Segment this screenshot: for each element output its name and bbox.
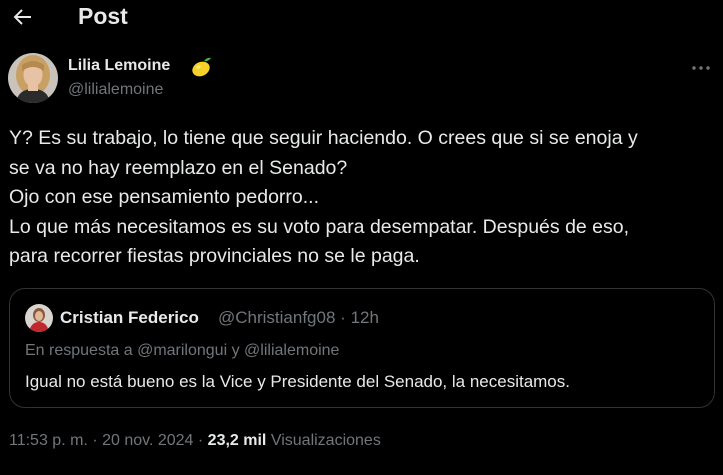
post-meta: 11:53 p. m. · 20 nov. 2024 · 23,2 mil Vi… xyxy=(9,432,381,450)
post-text-line: Ojo con ese pensamiento pedorro... xyxy=(9,186,320,208)
post-date[interactable]: 20 nov. 2024 xyxy=(102,432,193,449)
quote-author-meta: @Christianfg08 · 12h xyxy=(218,308,379,328)
dot-separator: · xyxy=(197,432,204,449)
quote-time: 12h xyxy=(350,308,379,327)
reply-user-link[interactable]: @marilongui xyxy=(137,342,227,359)
post-page: Post Lilia Lemoine @lilialemoine Y? Es s… xyxy=(0,0,723,475)
author-handle[interactable]: @lilialemoine xyxy=(68,81,163,99)
post-time[interactable]: 11:53 p. m. xyxy=(9,432,88,449)
quote-author-handle[interactable]: @Christianfg08 xyxy=(218,308,335,327)
views-label: Visualizaciones xyxy=(270,432,381,449)
quote-author-name[interactable]: Cristian Federico xyxy=(60,308,199,328)
lemon-icon xyxy=(192,57,211,77)
arrow-left-icon[interactable] xyxy=(10,5,34,29)
post-text: Y? Es su trabajo, lo tiene que seguir ha… xyxy=(9,124,714,272)
reply-user-link[interactable]: @lilialemoine xyxy=(244,342,339,359)
reply-prefix: En respuesta a xyxy=(25,342,133,359)
more-options-icon[interactable] xyxy=(690,58,712,78)
post-text-line: se va no hay reemplazo en el Senado? xyxy=(9,156,348,179)
top-bar: Post xyxy=(0,0,723,34)
post-text-line: Y? Es su trabajo, lo tiene que seguir ha… xyxy=(9,127,638,149)
dot-separator: · xyxy=(340,308,346,327)
reply-and: y xyxy=(231,342,240,359)
avatar[interactable] xyxy=(8,53,58,103)
post-text-line: para recorrer fiestas provinciales no se… xyxy=(9,245,420,267)
quote-reply-context: En respuesta a @marilongui y @lilialemoi… xyxy=(25,342,339,360)
quote-avatar[interactable] xyxy=(25,304,53,332)
post-text-line: Lo que más necesitamos es su voto para d… xyxy=(9,215,630,238)
quote-text: Igual no está bueno es la Vice y Preside… xyxy=(25,372,570,391)
quoted-post[interactable]: Cristian Federico @Christianfg08 · 12h E… xyxy=(9,288,715,408)
dot-separator: · xyxy=(92,432,98,449)
page-title: Post xyxy=(78,3,128,29)
author-name[interactable]: Lilia Lemoine xyxy=(68,57,170,75)
views-count: 23,2 mil xyxy=(207,432,267,449)
